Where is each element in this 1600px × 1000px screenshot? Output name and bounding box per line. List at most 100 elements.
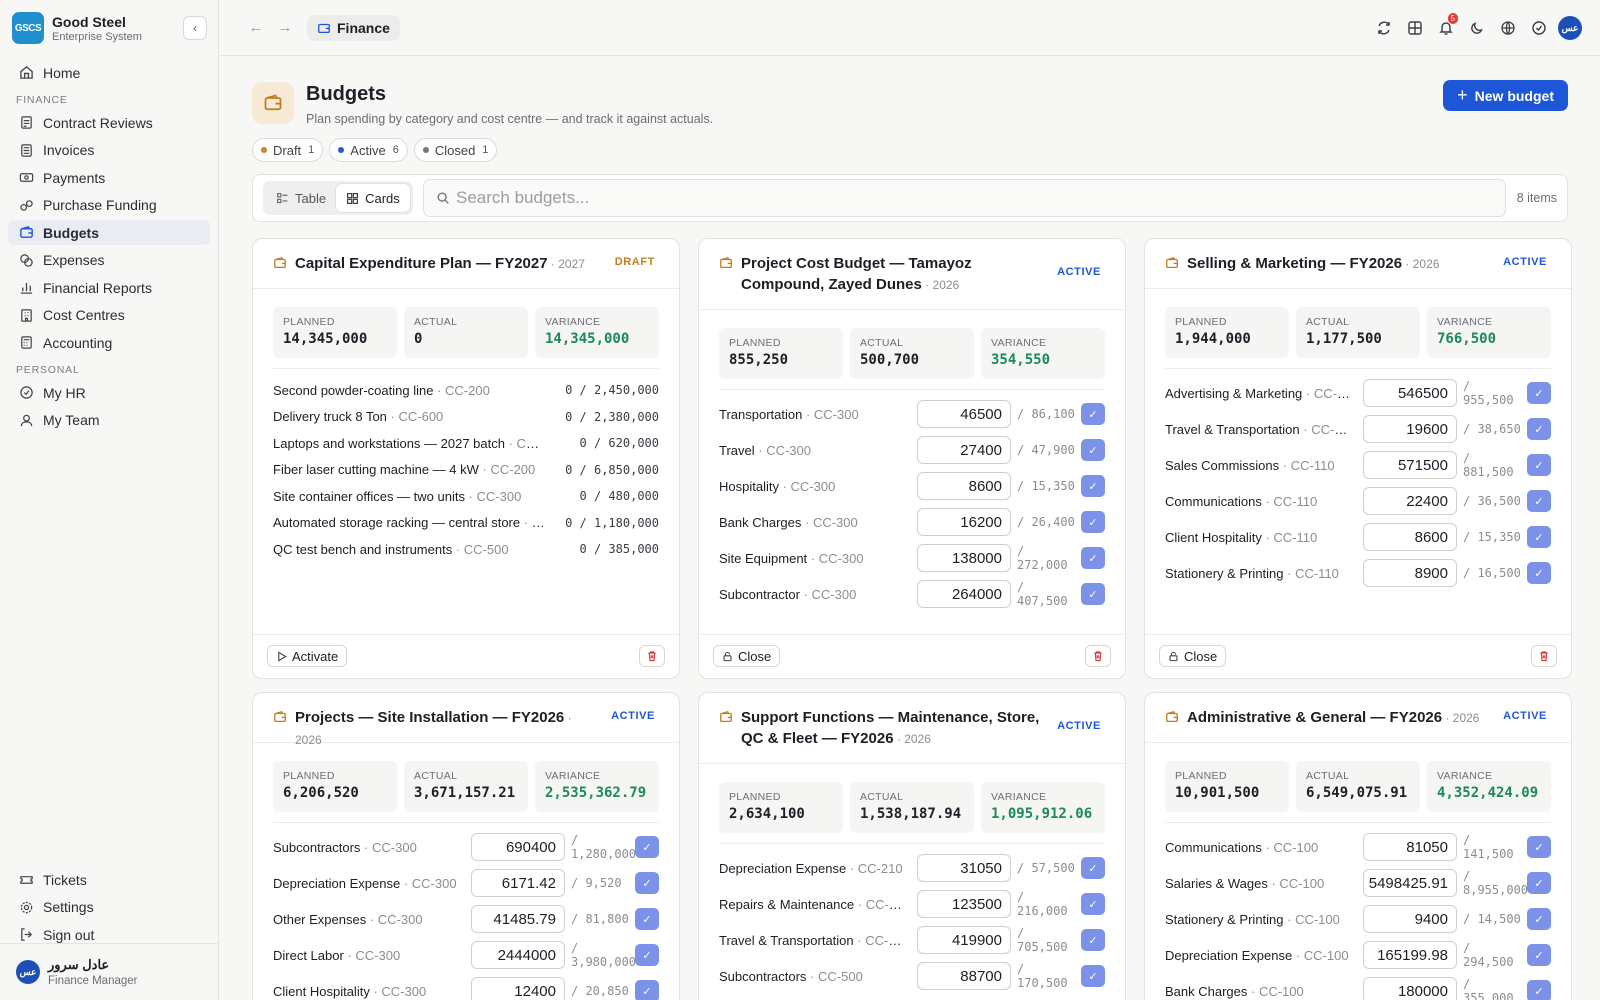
save-line-button[interactable]: ✓ (1081, 857, 1105, 879)
save-line-button[interactable]: ✓ (1527, 418, 1551, 440)
sidebar-item-invoices[interactable]: Invoices (8, 138, 210, 163)
user-menu-button[interactable]: عس (1558, 16, 1582, 40)
actual-amount-input[interactable] (471, 869, 565, 897)
actual-amount-input[interactable] (917, 544, 1011, 572)
sidebar-item-contract-reviews[interactable]: Contract Reviews (8, 110, 210, 135)
sidebar-item-tickets[interactable]: Tickets (8, 867, 210, 892)
search-input[interactable]: Search budgets... (423, 179, 1506, 217)
new-budget-button[interactable]: + New budget (1443, 80, 1568, 111)
apps-button[interactable] (1403, 16, 1427, 40)
save-line-button[interactable]: ✓ (635, 836, 659, 858)
actual-amount-input[interactable] (917, 508, 1011, 536)
save-line-button[interactable]: ✓ (1527, 382, 1551, 404)
save-line-button[interactable]: ✓ (635, 944, 659, 966)
actual-amount-input[interactable] (1363, 977, 1457, 1000)
save-line-button[interactable]: ✓ (1081, 439, 1105, 461)
sidebar-item-purchase-funding[interactable]: Purchase Funding (8, 193, 210, 218)
card-header[interactable]: Capital Expenditure Plan — FY2027 · 2027… (253, 239, 679, 289)
forward-button[interactable]: → (275, 18, 295, 38)
notifications-button[interactable]: 5 (1434, 13, 1458, 40)
refresh-button[interactable] (1372, 16, 1396, 40)
actual-amount-input[interactable] (1363, 415, 1457, 443)
sidebar-item-settings[interactable]: Settings (8, 895, 210, 920)
sidebar-item-financial-reports[interactable]: Financial Reports (8, 275, 210, 300)
close-budget-button[interactable]: Close (1159, 645, 1227, 667)
actual-amount-input[interactable] (917, 962, 1011, 990)
save-line-button[interactable]: ✓ (1081, 583, 1105, 605)
filter-active[interactable]: Active 6 (329, 138, 408, 162)
actual-amount-input[interactable] (917, 580, 1011, 608)
save-line-button[interactable]: ✓ (635, 980, 659, 1000)
actual-amount-input[interactable] (471, 905, 565, 933)
card-header[interactable]: Support Functions — Maintenance, Store, … (699, 693, 1125, 764)
save-line-button[interactable]: ✓ (1081, 893, 1105, 915)
save-line-button[interactable]: ✓ (1081, 511, 1105, 533)
actual-amount-input[interactable] (1363, 905, 1457, 933)
save-line-button[interactable]: ✓ (1527, 980, 1551, 1000)
close-budget-button[interactable]: Close (713, 645, 781, 667)
brand[interactable]: GSCS Good Steel Enterprise System (12, 12, 142, 44)
actual-amount-input[interactable] (1363, 833, 1457, 861)
save-line-button[interactable]: ✓ (1527, 908, 1551, 930)
view-cards-button[interactable]: Cards (336, 184, 410, 212)
save-line-button[interactable]: ✓ (1081, 475, 1105, 497)
card-title[interactable]: Project Cost Budget — Tamayoz Compound, … (741, 253, 1041, 296)
card-title[interactable]: Capital Expenditure Plan — FY2027 · 2027 (295, 253, 595, 275)
save-line-button[interactable]: ✓ (1527, 454, 1551, 476)
card-header[interactable]: Selling & Marketing — FY2026 · 2026 ACTIV… (1145, 239, 1571, 289)
actual-amount-input[interactable] (1363, 451, 1457, 479)
actual-amount-input[interactable] (917, 436, 1011, 464)
actual-amount-input[interactable] (471, 833, 565, 861)
collapse-sidebar-button[interactable]: ‹ (183, 16, 207, 40)
save-line-button[interactable]: ✓ (1527, 836, 1551, 858)
actual-amount-input[interactable] (1363, 487, 1457, 515)
actual-amount-input[interactable] (917, 926, 1011, 954)
save-line-button[interactable]: ✓ (1081, 965, 1105, 987)
back-button[interactable]: ← (246, 18, 266, 38)
sidebar-item-accounting[interactable]: Accounting (8, 330, 210, 355)
actual-amount-input[interactable] (917, 890, 1011, 918)
card-header[interactable]: Project Cost Budget — Tamayoz Compound, … (699, 239, 1125, 310)
actual-amount-input[interactable] (917, 472, 1011, 500)
delete-button[interactable] (1085, 645, 1111, 667)
actual-amount-input[interactable] (1363, 559, 1457, 587)
card-title[interactable]: Projects — Site Installation — FY2026 · … (295, 707, 595, 751)
actual-amount-input[interactable] (1363, 523, 1457, 551)
delete-button[interactable] (1531, 645, 1557, 667)
sidebar-item-expenses[interactable]: Expenses (8, 248, 210, 273)
sidebar-item-my-hr[interactable]: My HR (8, 380, 210, 405)
actual-amount-input[interactable] (471, 977, 565, 1000)
delete-button[interactable] (639, 645, 665, 667)
user-profile[interactable]: عس عادل سرور Finance Manager (0, 943, 219, 1000)
breadcrumb[interactable]: Finance (307, 14, 400, 41)
view-table-button[interactable]: Table (266, 184, 336, 212)
save-line-button[interactable]: ✓ (635, 908, 659, 930)
card-title[interactable]: Administrative & General — FY2026 · 2026 (1187, 707, 1487, 729)
actual-amount-input[interactable] (917, 854, 1011, 882)
actual-amount-input[interactable] (1363, 379, 1457, 407)
card-header[interactable]: Projects — Site Installation — FY2026 · … (253, 693, 679, 747)
sidebar-item-cost-centres[interactable]: Cost Centres (8, 303, 210, 328)
activate-button[interactable]: Activate (267, 645, 348, 667)
save-line-button[interactable]: ✓ (1081, 929, 1105, 951)
save-line-button[interactable]: ✓ (635, 872, 659, 894)
language-button[interactable] (1496, 16, 1520, 40)
sidebar-item-payments[interactable]: Payments (8, 165, 210, 190)
save-line-button[interactable]: ✓ (1081, 403, 1105, 425)
actual-amount-input[interactable] (1363, 869, 1457, 897)
card-header[interactable]: Administrative & General — FY2026 · 2026… (1145, 693, 1571, 743)
card-title[interactable]: Support Functions — Maintenance, Store, … (741, 707, 1041, 750)
actual-amount-input[interactable] (917, 400, 1011, 428)
actual-amount-input[interactable] (471, 941, 565, 969)
sidebar-item-budgets[interactable]: Budgets (8, 220, 210, 245)
filter-closed[interactable]: Closed 1 (413, 138, 498, 162)
save-line-button[interactable]: ✓ (1527, 562, 1551, 584)
sidebar-item-home[interactable]: Home (8, 60, 210, 85)
save-line-button[interactable]: ✓ (1527, 944, 1551, 966)
save-line-button[interactable]: ✓ (1527, 490, 1551, 512)
sidebar-item-my-team[interactable]: My Team (8, 408, 210, 433)
save-line-button[interactable]: ✓ (1527, 526, 1551, 548)
theme-toggle[interactable] (1465, 16, 1489, 40)
actual-amount-input[interactable] (1363, 941, 1457, 969)
save-line-button[interactable]: ✓ (1081, 547, 1105, 569)
